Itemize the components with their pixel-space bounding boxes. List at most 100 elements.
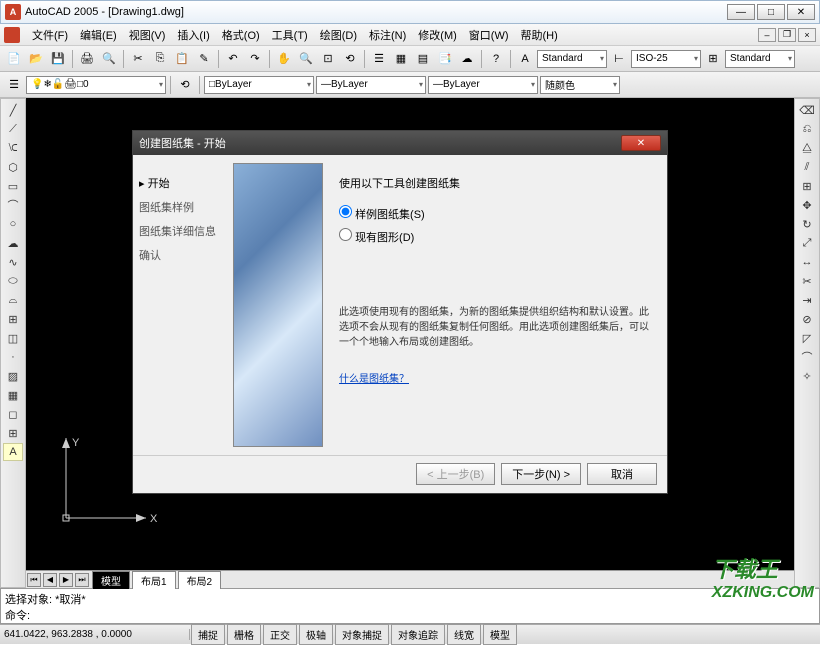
menu-help[interactable]: 帮助(H): [515, 25, 564, 45]
tab-last-icon[interactable]: ⏭: [75, 573, 89, 587]
paste-icon[interactable]: 📋: [172, 49, 192, 69]
layer-prev-icon[interactable]: ⟲: [175, 75, 195, 95]
grid-toggle[interactable]: 栅格: [227, 624, 261, 645]
preview-icon[interactable]: 🔍: [99, 49, 119, 69]
menu-edit[interactable]: 编辑(E): [74, 25, 123, 45]
fillet-icon[interactable]: ⌒: [797, 348, 817, 366]
trim-icon[interactable]: ✂: [797, 272, 817, 290]
zoom-icon[interactable]: 🔍: [296, 49, 316, 69]
print-icon[interactable]: 🖨: [77, 49, 97, 69]
layer-combo[interactable]: 💡❄🔓🖨□ 0: [26, 76, 166, 94]
text-style-combo[interactable]: Standard: [537, 50, 607, 68]
snap-toggle[interactable]: 捕捉: [191, 624, 225, 645]
zoom-prev-icon[interactable]: ⟲: [340, 49, 360, 69]
nav-confirm[interactable]: 确认: [137, 243, 229, 267]
revcloud-icon[interactable]: ☁: [3, 234, 23, 252]
minimize-button[interactable]: —: [727, 4, 755, 20]
menu-draw[interactable]: 绘图(D): [314, 25, 363, 45]
undo-icon[interactable]: ↶: [223, 49, 243, 69]
dim-style-combo[interactable]: ISO-25: [631, 50, 701, 68]
properties-icon[interactable]: ☰: [369, 49, 389, 69]
radio-example[interactable]: [339, 205, 352, 218]
textstyle-icon[interactable]: A: [515, 49, 535, 69]
otrack-toggle[interactable]: 对象追踪: [391, 624, 445, 645]
menu-insert[interactable]: 插入(I): [171, 25, 215, 45]
radio-existing[interactable]: [339, 228, 352, 241]
mdi-close[interactable]: ×: [798, 28, 816, 42]
nav-details[interactable]: 图纸集详细信息: [137, 219, 229, 243]
copy-icon[interactable]: ⎘: [150, 49, 170, 69]
mirror-icon[interactable]: ⧋: [797, 139, 817, 157]
menu-dimension[interactable]: 标注(N): [363, 25, 412, 45]
rectangle-icon[interactable]: ▭: [3, 177, 23, 195]
block-icon[interactable]: ◫: [3, 329, 23, 347]
extend-icon[interactable]: ⇥: [797, 291, 817, 309]
ellipsearc-icon[interactable]: ⌓: [3, 291, 23, 309]
chamfer-icon[interactable]: ◸: [797, 329, 817, 347]
menu-file[interactable]: 文件(F): [26, 25, 74, 45]
open-icon[interactable]: 📂: [26, 49, 46, 69]
point-icon[interactable]: ·: [3, 348, 23, 366]
tab-first-icon[interactable]: ⏮: [27, 573, 41, 587]
dcenter-icon[interactable]: ▦: [391, 49, 411, 69]
help-icon[interactable]: ?: [486, 49, 506, 69]
menu-modify[interactable]: 修改(M): [412, 25, 463, 45]
xline-icon[interactable]: ⟋: [3, 120, 23, 138]
pan-icon[interactable]: ✋: [274, 49, 294, 69]
mdi-icon[interactable]: [4, 27, 20, 43]
line-icon[interactable]: ╱: [3, 101, 23, 119]
mdi-minimize[interactable]: –: [758, 28, 776, 42]
menu-format[interactable]: 格式(O): [216, 25, 266, 45]
next-button[interactable]: 下一步(N) >: [501, 463, 581, 485]
hatch-icon[interactable]: ▨: [3, 367, 23, 385]
explode-icon[interactable]: ✧: [797, 367, 817, 385]
menu-view[interactable]: 视图(V): [123, 25, 172, 45]
gradient-icon[interactable]: ▦: [3, 386, 23, 404]
table-style-combo[interactable]: Standard: [725, 50, 795, 68]
stretch-icon[interactable]: ↔: [797, 253, 817, 271]
cancel-button[interactable]: 取消: [587, 463, 657, 485]
arc-icon[interactable]: ⌒: [3, 196, 23, 214]
help-link[interactable]: 什么是图纸集？: [339, 370, 651, 385]
option-existing[interactable]: 现有图形(D): [339, 228, 651, 245]
redo-icon[interactable]: ↷: [245, 49, 265, 69]
spline-icon[interactable]: ∿: [3, 253, 23, 271]
mdi-restore[interactable]: ❐: [778, 28, 796, 42]
dimstyle-icon[interactable]: ⊢: [609, 49, 629, 69]
circle-icon[interactable]: ○: [3, 215, 23, 233]
insert-icon[interactable]: ⊞: [3, 310, 23, 328]
pline-icon[interactable]: ⟈: [3, 139, 23, 157]
linetype-combo[interactable]: — ByLayer: [316, 76, 426, 94]
break-icon[interactable]: ⊘: [797, 310, 817, 328]
copy-obj-icon[interactable]: ⎌: [797, 120, 817, 138]
region-icon[interactable]: ◻: [3, 405, 23, 423]
tab-next-icon[interactable]: ▶: [59, 573, 73, 587]
sheetset-icon[interactable]: 📑: [435, 49, 455, 69]
color-combo[interactable]: □ ByLayer: [204, 76, 314, 94]
polygon-icon[interactable]: ⬡: [3, 158, 23, 176]
close-button[interactable]: ✕: [787, 4, 815, 20]
dialog-titlebar[interactable]: 创建图纸集 - 开始 ✕: [133, 131, 667, 155]
maximize-button[interactable]: □: [757, 4, 785, 20]
offset-icon[interactable]: ⫽: [797, 158, 817, 176]
nav-begin[interactable]: 开始: [137, 171, 229, 195]
tab-layout2[interactable]: 布局2: [178, 571, 222, 589]
option-example[interactable]: 样例图纸集(S): [339, 205, 651, 222]
ellipse-icon[interactable]: ⬭: [3, 272, 23, 290]
array-icon[interactable]: ⊞: [797, 177, 817, 195]
menu-tools[interactable]: 工具(T): [266, 25, 314, 45]
tab-model[interactable]: 模型: [92, 571, 130, 589]
erase-icon[interactable]: ⌫: [797, 101, 817, 119]
zoom-window-icon[interactable]: ⊡: [318, 49, 338, 69]
command-line[interactable]: 选择对象: *取消* 命令:: [0, 588, 820, 624]
lwt-toggle[interactable]: 线宽: [447, 624, 481, 645]
layer-manager-icon[interactable]: ☰: [4, 75, 24, 95]
move-icon[interactable]: ✥: [797, 196, 817, 214]
table-icon[interactable]: ⊞: [3, 424, 23, 442]
match-icon[interactable]: ✎: [194, 49, 214, 69]
lineweight-combo[interactable]: — ByLayer: [428, 76, 538, 94]
menu-window[interactable]: 窗口(W): [463, 25, 515, 45]
model-toggle[interactable]: 模型: [483, 624, 517, 645]
scale-icon[interactable]: ⤢: [797, 234, 817, 252]
mtext-icon[interactable]: A: [3, 443, 23, 461]
